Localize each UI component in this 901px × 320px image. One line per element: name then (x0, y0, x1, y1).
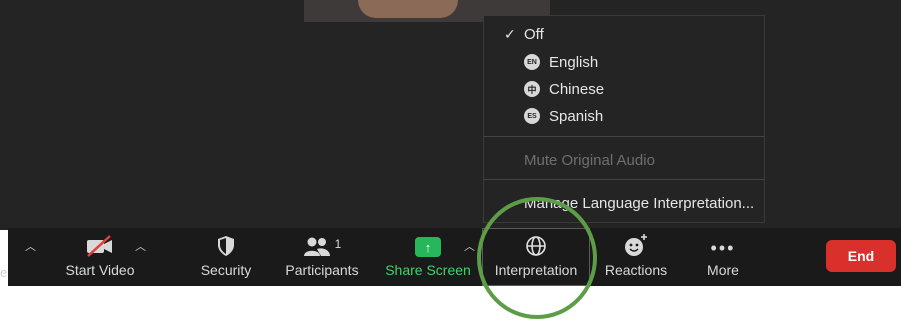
menu-item-mute-original-audio: Mute Original Audio (484, 147, 764, 173)
interpretation-menu: ✓ Off EN English 中 Chinese ES Spanish Mu… (483, 15, 765, 223)
share-screen-icon: ↑ (415, 237, 441, 257)
menu-item-english-label: English (549, 53, 599, 71)
start-video-button[interactable]: Start Video (62, 228, 138, 286)
cut-off-label: e (0, 265, 8, 280)
security-button[interactable]: Security (196, 228, 256, 286)
more-label: More (707, 262, 739, 278)
menu-item-spanish-label: Spanish (549, 107, 604, 125)
end-meeting-button[interactable]: End (826, 240, 896, 272)
security-label: Security (200, 262, 252, 278)
participant-video (358, 0, 458, 18)
more-button[interactable]: ••• More (698, 228, 748, 286)
menu-item-chinese-label: Chinese (549, 80, 605, 98)
language-badge-icon: ES (524, 108, 540, 124)
reactions-label: Reactions (604, 262, 668, 278)
reactions-icon (625, 234, 647, 256)
start-video-label: Start Video (65, 262, 135, 278)
participants-label: Participants (285, 262, 359, 278)
shield-icon (218, 236, 234, 256)
menu-item-off-label: Off (524, 25, 544, 43)
share-screen-button[interactable]: ↑ Share Screen (385, 228, 471, 286)
interpretation-active-outline (482, 228, 590, 286)
mute-original-audio-label: Mute Original Audio (524, 151, 655, 169)
menu-item-english[interactable]: EN English (484, 49, 764, 75)
reactions-button[interactable]: Reactions (600, 228, 672, 286)
interpretation-button[interactable]: Interpretation (482, 228, 590, 286)
participants-icon (303, 237, 330, 256)
menu-item-off[interactable]: ✓ Off (484, 21, 764, 47)
checkmark-icon: ✓ (504, 25, 516, 42)
menu-item-manage-interpretation[interactable]: Manage Language Interpretation... (484, 190, 764, 216)
video-off-icon (87, 235, 112, 257)
more-dots-icon: ••• (710, 238, 736, 258)
meeting-video-area (0, 0, 901, 230)
language-badge-icon: 中 (524, 81, 540, 97)
video-options-caret[interactable]: ︿ (135, 238, 146, 254)
share-screen-label: Share Screen (385, 262, 471, 278)
menu-divider (484, 136, 764, 137)
participants-count: 1 (334, 237, 342, 251)
participants-button[interactable]: 1 Participants (281, 228, 363, 286)
menu-item-chinese[interactable]: 中 Chinese (484, 76, 764, 102)
manage-interpretation-label: Manage Language Interpretation... (524, 194, 755, 212)
menu-divider (484, 179, 764, 180)
menu-item-spanish[interactable]: ES Spanish (484, 103, 764, 129)
audio-options-caret[interactable]: ︿ (25, 238, 36, 254)
share-options-caret[interactable]: ︿ (464, 238, 475, 254)
language-badge-icon: EN (524, 54, 540, 70)
meeting-toolbar: ︿ Start Video ︿ Security 1 Participants … (8, 228, 901, 286)
